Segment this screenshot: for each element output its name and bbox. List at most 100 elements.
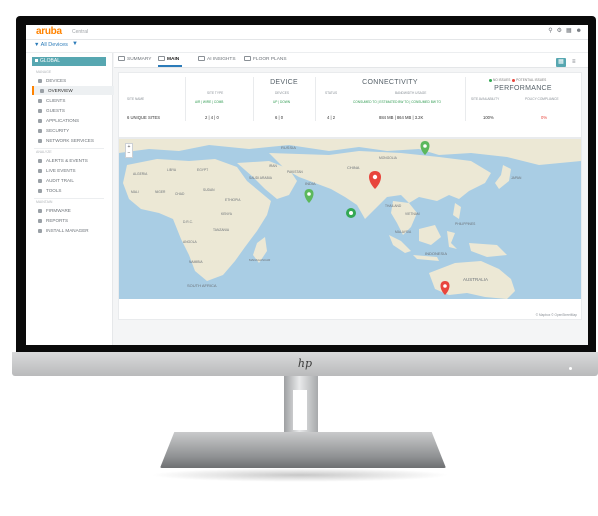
device-status-values: 6 | 0 <box>275 115 284 120</box>
sidebar: GLOBAL MANAGE DEVICES OVERVIEW CLIENTS G… <box>26 53 114 345</box>
sidebar-item-label: CLIENTS <box>46 98 66 103</box>
sidebar-item-devices[interactable]: DEVICES <box>32 76 112 85</box>
firmware-icon <box>38 208 42 213</box>
map-label-kenya: KENYA <box>221 212 233 216</box>
tab-ai-insights[interactable]: AI INSIGHTS <box>198 56 236 62</box>
audit-icon <box>38 178 42 183</box>
map-label-india: INDIA <box>305 181 316 186</box>
sidebar-item-alerts-events[interactable]: ALERTS & EVENTS <box>32 156 112 165</box>
install-icon <box>38 228 42 233</box>
sidebar-item-firmware[interactable]: FIRMWARE <box>32 206 112 215</box>
tab-bar: SUMMARY MAIN AI INSIGHTS FLOOR PLANS <box>114 53 588 68</box>
chevron-down-icon[interactable]: ▼ <box>72 41 78 47</box>
sidebar-item-overview[interactable]: OVERVIEW <box>32 86 114 95</box>
map-view-button[interactable]: ▦ <box>556 58 566 67</box>
map-label-pakistan: PAKISTAN <box>287 170 303 174</box>
site-name-header: SITE NAME <box>127 97 145 101</box>
menu-icon[interactable]: ≡ <box>572 59 576 65</box>
aruba-logo[interactable]: aruba <box>36 26 62 37</box>
map-label-south-africa: SOUTH AFRICA <box>187 283 217 288</box>
hp-logo: hp <box>297 357 313 370</box>
sidebar-item-audit-trail[interactable]: AUDIT TRAIL <box>32 176 112 185</box>
availability-header: SITE AVAILABILITY <box>471 97 500 101</box>
monitor-stand-base <box>160 432 446 468</box>
insights-icon <box>198 56 205 61</box>
sidebar-item-install-manager[interactable]: INSTALL MANAGER <box>32 226 112 235</box>
top-icons: ⚲ ⚙ ▦ ☻ <box>548 28 582 35</box>
stand-cable-hole <box>293 390 307 430</box>
screen: aruba Central ⚲ ⚙ ▦ ☻ ▼ All Devices ▼ GL… <box>26 25 588 345</box>
clients-icon <box>38 98 42 103</box>
stand-shadow <box>150 468 450 482</box>
map-label-madagascar: MADAGASCAR <box>249 258 271 262</box>
map-label-australia: AUSTRALIA <box>463 277 488 282</box>
zoom-out-button[interactable]: − <box>126 150 132 156</box>
zoom-control[interactable]: + − <box>125 143 133 158</box>
wrench-icon <box>38 188 42 193</box>
connectivity-column: CONNECTIVITY STATUS 4 | 2 BANDWIDTH USAG… <box>315 73 465 125</box>
sidebar-item-guests[interactable]: GUESTS <box>32 106 112 115</box>
global-scope-selector[interactable]: GLOBAL <box>32 57 106 66</box>
sidebar-item-applications[interactable]: APPLICATIONS <box>32 116 112 125</box>
sidebar-item-label: ALERTS & EVENTS <box>46 158 88 163</box>
device-filter[interactable]: ▼ All Devices <box>34 42 68 48</box>
map-label-niger: NIGER <box>155 190 166 194</box>
logo-subtitle: Central <box>72 29 89 35</box>
device-status-sub: UP | DOWN <box>273 100 291 104</box>
bandwidth-header: BANDWIDTH USAGE <box>395 91 427 95</box>
divider <box>34 148 104 149</box>
map-label-china: CHINA <box>347 165 360 170</box>
map-label-mongolia: MONGOLIA <box>379 156 398 160</box>
apps-grid-icon[interactable]: ▦ <box>566 28 572 35</box>
device-filter-label: All Devices <box>40 42 68 48</box>
map-label-saudi-arabia: SAUDI ARABIA <box>249 176 273 180</box>
sidebar-item-label: FIRMWARE <box>46 208 71 213</box>
device-column: DEVICE DEVICES UP | DOWN 6 | 0 <box>253 73 315 125</box>
sidebar-item-reports[interactable]: REPORTS <box>32 216 112 225</box>
map-label-ethiopia: ETHIOPIA <box>225 198 241 202</box>
map-attribution[interactable]: © Mapbox © OpenStreetMap <box>536 313 577 317</box>
monitor-icon <box>158 56 165 61</box>
sidebar-item-label: NETWORK SERVICES <box>46 138 94 143</box>
sidebar-item-network-services[interactable]: NETWORK SERVICES <box>32 136 112 145</box>
sidebar-item-label: OVERVIEW <box>48 88 73 93</box>
device-status-header: DEVICES <box>275 91 289 95</box>
tab-label: MAIN <box>167 56 180 62</box>
sidebar-item-security[interactable]: SECURITY <box>32 126 112 135</box>
live-icon <box>38 168 42 173</box>
map-label-malaysia: MALAYSIA <box>395 230 412 234</box>
site-count: 6 UNIQUE SITES <box>127 115 161 120</box>
map-label-drc: D.R.C. <box>183 220 193 224</box>
floorplan-icon <box>244 56 251 61</box>
sidebar-item-live-events[interactable]: LIVE EVENTS <box>32 166 112 175</box>
user-icon[interactable]: ☻ <box>576 28 582 35</box>
site-type-sub: AIR | WIRE | COMB <box>195 100 224 104</box>
tab-summary[interactable]: SUMMARY <box>118 56 151 62</box>
map-label-mali: MALI <box>131 190 139 194</box>
sidebar-item-label: GUESTS <box>46 108 65 113</box>
connectivity-title: CONNECTIVITY <box>362 79 418 86</box>
map-label-iran: IRAN <box>269 164 277 168</box>
map-marker-malaysia[interactable] <box>346 208 356 218</box>
tab-main[interactable]: MAIN <box>158 56 179 62</box>
tab-label: AI INSIGHTS <box>207 56 236 62</box>
settings-icon[interactable]: ⚙ <box>557 28 562 35</box>
sidebar-item-clients[interactable]: CLIENTS <box>32 96 112 105</box>
map-footer <box>119 299 581 319</box>
compliance-value: 0% <box>541 115 548 120</box>
section-manage: MANAGE <box>36 70 52 74</box>
map-panel[interactable]: CHINA RUSSIA INDIA INDONESIA AUSTRALIA S… <box>118 138 582 320</box>
map-label-thailand: THAILAND <box>385 204 402 208</box>
compliance-header: POLICY COMPLIANCE <box>525 97 559 101</box>
filter-bar: ▼ All Devices ▼ <box>26 40 588 53</box>
summary-icon <box>118 56 125 61</box>
map-label-egypt: EGYPT <box>197 168 208 172</box>
tab-floor-plans[interactable]: FLOOR PLANS <box>244 56 287 62</box>
sidebar-item-label: SECURITY <box>46 128 70 133</box>
sidebar-item-tools[interactable]: TOOLS <box>32 186 112 195</box>
search-icon[interactable]: ⚲ <box>548 28 552 35</box>
performance-title: PERFORMANCE <box>494 85 552 92</box>
applications-icon <box>38 118 42 123</box>
world-map[interactable]: CHINA RUSSIA INDIA INDONESIA AUSTRALIA S… <box>119 139 581 319</box>
availability-value: 100% <box>483 115 494 120</box>
